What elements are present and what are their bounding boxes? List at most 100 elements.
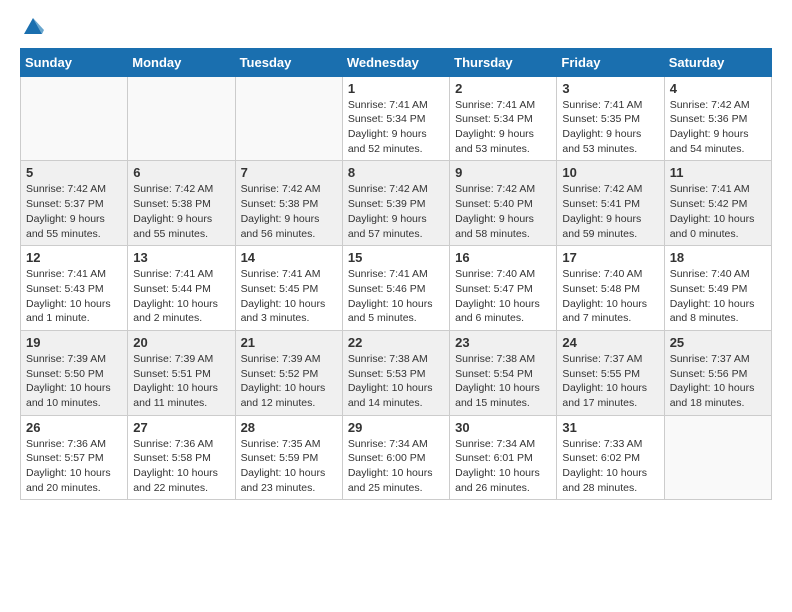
day-info: Sunrise: 7:39 AM Sunset: 5:52 PM Dayligh… [241,352,337,411]
day-info: Sunrise: 7:40 AM Sunset: 5:48 PM Dayligh… [562,267,658,326]
day-cell: 20 Sunrise: 7:39 AM Sunset: 5:51 PM Dayli… [128,330,235,415]
day-info: Sunrise: 7:42 AM Sunset: 5:38 PM Dayligh… [241,182,337,241]
day-cell: 13 Sunrise: 7:41 AM Sunset: 5:44 PM Dayli… [128,246,235,331]
day-number: 27 [133,420,229,435]
day-number: 13 [133,250,229,265]
day-info: Sunrise: 7:40 AM Sunset: 5:49 PM Dayligh… [670,267,766,326]
weekday-header-tuesday: Tuesday [235,48,342,76]
day-number: 19 [26,335,122,350]
day-cell: 14Sunrise: 7:41 AM Sunset: 5:45 PM Dayli… [235,246,342,331]
day-cell: 16 Sunrise: 7:40 AM Sunset: 5:47 PM Dayli… [450,246,557,331]
page: SundayMondayTuesdayWednesdayThursdayFrid… [0,0,792,612]
day-cell [21,76,128,161]
calendar: SundayMondayTuesdayWednesdayThursdayFrid… [20,48,772,501]
day-cell: 15 Sunrise: 7:41 AM Sunset: 5:46 PM Dayli… [342,246,449,331]
day-number: 1 [348,81,444,96]
day-info: Sunrise: 7:42 AM Sunset: 5:40 PM Dayligh… [455,182,551,241]
day-number: 22 [348,335,444,350]
day-cell: 1 Sunrise: 7:41 AM Sunset: 5:34 PM Daylig… [342,76,449,161]
week-row-1: 1 Sunrise: 7:41 AM Sunset: 5:34 PM Daylig… [21,76,772,161]
day-cell: 24 Sunrise: 7:37 AM Sunset: 5:55 PM Dayli… [557,330,664,415]
day-info: Sunrise: 7:37 AM Sunset: 5:56 PM Dayligh… [670,352,766,411]
day-cell: 5 Sunrise: 7:42 AM Sunset: 5:37 PM Daylig… [21,161,128,246]
week-row-5: 26 Sunrise: 7:36 AM Sunset: 5:57 PM Dayli… [21,415,772,500]
weekday-header-wednesday: Wednesday [342,48,449,76]
day-cell: 6 Sunrise: 7:42 AM Sunset: 5:38 PM Daylig… [128,161,235,246]
day-cell [128,76,235,161]
day-number: 10 [562,165,658,180]
day-number: 4 [670,81,766,96]
day-number: 21 [241,335,337,350]
day-number: 12 [26,250,122,265]
header [20,15,772,38]
day-info: Sunrise: 7:41 AM Sunset: 5:34 PM Dayligh… [348,98,444,157]
day-number: 23 [455,335,551,350]
day-info: Sunrise: 7:41 AM Sunset: 5:42 PM Dayligh… [670,182,766,241]
week-row-2: 5 Sunrise: 7:42 AM Sunset: 5:37 PM Daylig… [21,161,772,246]
day-cell: 7 Sunrise: 7:42 AM Sunset: 5:38 PM Daylig… [235,161,342,246]
day-info: Sunrise: 7:40 AM Sunset: 5:47 PM Dayligh… [455,267,551,326]
day-info: Sunrise: 7:36 AM Sunset: 5:57 PM Dayligh… [26,437,122,496]
day-info: Sunrise: 7:41 AM Sunset: 5:46 PM Dayligh… [348,267,444,326]
day-info: Sunrise: 7:41 AM Sunset: 5:35 PM Dayligh… [562,98,658,157]
day-cell: 8Sunrise: 7:42 AM Sunset: 5:39 PM Daylig… [342,161,449,246]
logo [20,15,44,38]
day-number: 26 [26,420,122,435]
weekday-header-monday: Monday [128,48,235,76]
week-row-4: 19Sunrise: 7:39 AM Sunset: 5:50 PM Dayli… [21,330,772,415]
day-info: Sunrise: 7:42 AM Sunset: 5:36 PM Dayligh… [670,98,766,157]
day-cell: 28 Sunrise: 7:35 AM Sunset: 5:59 PM Dayli… [235,415,342,500]
weekday-header-friday: Friday [557,48,664,76]
day-info: Sunrise: 7:37 AM Sunset: 5:55 PM Dayligh… [562,352,658,411]
day-cell: 29Sunrise: 7:34 AM Sunset: 6:00 PM Dayli… [342,415,449,500]
day-number: 16 [455,250,551,265]
day-number: 6 [133,165,229,180]
day-info: Sunrise: 7:34 AM Sunset: 6:01 PM Dayligh… [455,437,551,496]
day-number: 14 [241,250,337,265]
day-cell: 3Sunrise: 7:41 AM Sunset: 5:35 PM Daylig… [557,76,664,161]
day-info: Sunrise: 7:41 AM Sunset: 5:43 PM Dayligh… [26,267,122,326]
day-number: 20 [133,335,229,350]
day-info: Sunrise: 7:42 AM Sunset: 5:37 PM Dayligh… [26,182,122,241]
day-cell: 12 Sunrise: 7:41 AM Sunset: 5:43 PM Dayli… [21,246,128,331]
day-info: Sunrise: 7:41 AM Sunset: 5:34 PM Dayligh… [455,98,551,157]
day-number: 18 [670,250,766,265]
day-info: Sunrise: 7:39 AM Sunset: 5:51 PM Dayligh… [133,352,229,411]
day-info: Sunrise: 7:35 AM Sunset: 5:59 PM Dayligh… [241,437,337,496]
day-cell: 23 Sunrise: 7:38 AM Sunset: 5:54 PM Dayli… [450,330,557,415]
day-cell: 22 Sunrise: 7:38 AM Sunset: 5:53 PM Dayli… [342,330,449,415]
day-number: 5 [26,165,122,180]
logo-text [20,15,44,38]
day-number: 11 [670,165,766,180]
day-number: 24 [562,335,658,350]
day-cell: 11 Sunrise: 7:41 AM Sunset: 5:42 PM Dayli… [664,161,771,246]
day-info: Sunrise: 7:42 AM Sunset: 5:38 PM Dayligh… [133,182,229,241]
day-info: Sunrise: 7:34 AM Sunset: 6:00 PM Dayligh… [348,437,444,496]
weekday-header-row: SundayMondayTuesdayWednesdayThursdayFrid… [21,48,772,76]
day-cell: 27 Sunrise: 7:36 AM Sunset: 5:58 PM Dayli… [128,415,235,500]
day-number: 25 [670,335,766,350]
day-info: Sunrise: 7:36 AM Sunset: 5:58 PM Dayligh… [133,437,229,496]
day-number: 15 [348,250,444,265]
day-info: Sunrise: 7:42 AM Sunset: 5:41 PM Dayligh… [562,182,658,241]
weekday-header-sunday: Sunday [21,48,128,76]
day-cell [235,76,342,161]
day-cell: 25 Sunrise: 7:37 AM Sunset: 5:56 PM Dayli… [664,330,771,415]
day-number: 8 [348,165,444,180]
weekday-header-thursday: Thursday [450,48,557,76]
day-number: 28 [241,420,337,435]
day-cell: 10 Sunrise: 7:42 AM Sunset: 5:41 PM Dayli… [557,161,664,246]
day-number: 17 [562,250,658,265]
day-number: 7 [241,165,337,180]
day-cell: 19Sunrise: 7:39 AM Sunset: 5:50 PM Dayli… [21,330,128,415]
week-row-3: 12 Sunrise: 7:41 AM Sunset: 5:43 PM Dayli… [21,246,772,331]
day-info: Sunrise: 7:38 AM Sunset: 5:54 PM Dayligh… [455,352,551,411]
day-info: Sunrise: 7:33 AM Sunset: 6:02 PM Dayligh… [562,437,658,496]
day-info: Sunrise: 7:38 AM Sunset: 5:53 PM Dayligh… [348,352,444,411]
day-info: Sunrise: 7:41 AM Sunset: 5:44 PM Dayligh… [133,267,229,326]
day-cell: 4 Sunrise: 7:42 AM Sunset: 5:36 PM Daylig… [664,76,771,161]
weekday-header-saturday: Saturday [664,48,771,76]
day-cell [664,415,771,500]
day-number: 9 [455,165,551,180]
day-cell: 17 Sunrise: 7:40 AM Sunset: 5:48 PM Dayli… [557,246,664,331]
